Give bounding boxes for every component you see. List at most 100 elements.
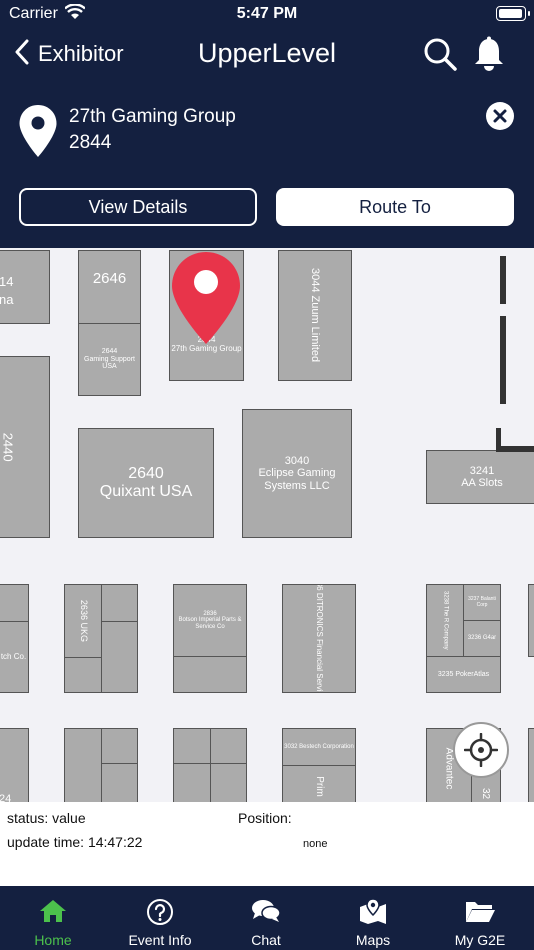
tab-label: Chat xyxy=(251,932,281,948)
booth-number: 2644 xyxy=(101,347,118,355)
booth-partial[interactable] xyxy=(0,584,29,622)
exhibitor-name: 27th Gaming Group xyxy=(69,106,236,127)
booth-3032[interactable]: 3032 Bestech Corporation xyxy=(282,728,356,766)
tab-home[interactable]: Home xyxy=(0,886,106,950)
route-to-button[interactable]: Route To xyxy=(276,188,514,226)
tab-label: My G2E xyxy=(454,932,506,948)
booth-number: 24 xyxy=(0,792,12,802)
booth-name: Quixant USA xyxy=(99,483,193,500)
search-icon[interactable] xyxy=(422,36,458,77)
tab-label: Event Info xyxy=(128,932,192,948)
booth-small[interactable] xyxy=(173,763,211,802)
location-pin-icon xyxy=(18,104,58,163)
booth-name: na xyxy=(0,292,14,307)
bell-icon[interactable] xyxy=(472,36,506,77)
booth-3235[interactable]: 3235 PokerAtlas xyxy=(426,656,501,693)
booth-partial[interactable]: 14 na xyxy=(0,250,50,324)
clock: 5:47 PM xyxy=(236,5,298,22)
booth-name: Gaming Support USA xyxy=(84,355,135,371)
crosshair-icon xyxy=(464,733,498,767)
tab-chat[interactable]: Chat xyxy=(213,886,319,950)
booth-3040[interactable]: 3040 Eclipse Gaming Systems LLC xyxy=(242,409,352,538)
booth-3036[interactable]: 3036 DITRONICS Financial Services xyxy=(282,584,356,693)
booth-number: 2836 xyxy=(203,610,217,617)
booth-2646[interactable]: 2646 xyxy=(78,250,141,324)
booth-small[interactable] xyxy=(101,728,138,764)
wall xyxy=(500,316,506,404)
chat-icon xyxy=(213,898,319,924)
exhibitor-booth-number: 2844 xyxy=(69,132,112,153)
booth-small[interactable] xyxy=(210,728,247,764)
booth-2636[interactable]: 2636 UKG xyxy=(64,584,102,658)
booth-label: 3237 Balanti Corp xyxy=(468,596,496,608)
folder-icon xyxy=(427,898,533,924)
booth-partial[interactable] xyxy=(528,584,534,657)
booth-number: 14 xyxy=(0,274,14,289)
booth-partial[interactable]: 24 xyxy=(0,728,29,802)
booth-small[interactable] xyxy=(210,763,247,802)
question-icon xyxy=(107,898,213,926)
booth-small[interactable] xyxy=(64,657,102,693)
locate-me-button[interactable] xyxy=(453,722,509,778)
booth-small[interactable] xyxy=(173,728,211,764)
booth-2640[interactable]: 2640 Quixant USA xyxy=(78,428,214,538)
booth-3241[interactable]: 3241 AA Slots xyxy=(426,450,534,504)
update-time-text: update time: 14:47:22 xyxy=(7,834,143,850)
tab-bar: Home Event Info Chat Maps My G2E xyxy=(0,886,534,950)
booth-label: 2636 UKG xyxy=(78,599,89,643)
booth-small[interactable] xyxy=(173,656,247,693)
booth-number: 2640 xyxy=(128,465,164,483)
booth-partial[interactable] xyxy=(528,728,534,802)
exhibitor-info: 27th Gaming Group 2844 xyxy=(0,100,534,164)
booth-small[interactable] xyxy=(101,763,138,802)
battery-icon xyxy=(496,6,530,21)
booth-name: tch Co. xyxy=(0,651,27,661)
back-button[interactable]: Exhibitor xyxy=(14,38,124,70)
tab-event-info[interactable]: Event Info xyxy=(107,886,213,950)
status-bar: Carrier 5:47 PM xyxy=(0,0,534,28)
home-icon xyxy=(0,898,106,924)
booth-name: AA Slots xyxy=(461,477,503,489)
booth-label: 3036 DITRONICS Financial Services xyxy=(315,584,325,693)
booth-number: 2440 xyxy=(0,432,16,462)
header: Carrier 5:47 PM Exhibitor UpperLevel 27t… xyxy=(0,0,534,248)
booth-name: Prim xyxy=(313,776,325,797)
booth-2836[interactable]: 2836 Botson Imperial Parts & Service Co xyxy=(173,584,247,657)
tab-maps[interactable]: Maps xyxy=(320,886,426,950)
booth-partial[interactable]: tch Co. xyxy=(0,621,29,693)
tab-label: Home xyxy=(34,932,72,948)
back-label: Exhibitor xyxy=(38,41,124,66)
booth-number: 32 xyxy=(480,787,492,800)
tab-my-g2e[interactable]: My G2E xyxy=(427,886,533,950)
view-details-button[interactable]: View Details xyxy=(19,188,257,226)
map-icon xyxy=(320,898,426,926)
booth-number: 2646 xyxy=(92,270,127,287)
status-text: status: value xyxy=(7,810,86,826)
booth-small[interactable] xyxy=(64,728,102,802)
booth-3236[interactable]: 3236 G4ar xyxy=(463,620,501,657)
wall xyxy=(496,446,534,452)
booth-label: 3235 PokerAtlas xyxy=(437,670,490,678)
floor-map[interactable]: 14 na 2646 2644 Gaming Support USA 2844 … xyxy=(0,248,534,802)
booth-3044[interactable]: 3044 Zuum Limited xyxy=(278,250,352,381)
booth-2440[interactable]: 2440 xyxy=(0,356,50,538)
booth-label: 3236 G4ar xyxy=(467,635,497,642)
booth-2644[interactable]: 2644 Gaming Support USA xyxy=(78,323,141,396)
booth-partial[interactable]: Prim xyxy=(282,765,356,802)
booth-number: 3040 xyxy=(284,455,310,468)
booth-3237[interactable]: 3237 Balanti Corp xyxy=(463,584,501,621)
map-pin-icon xyxy=(170,250,242,351)
position-value: none xyxy=(303,838,328,850)
tab-label: Maps xyxy=(355,932,391,948)
booth-name: Botson Imperial Parts & Service Co xyxy=(178,617,242,630)
booth-label: 3044 Zuum Limited xyxy=(309,268,322,363)
booth-3238[interactable]: 3238 The R Company xyxy=(426,584,464,657)
close-button[interactable] xyxy=(486,102,514,130)
booth-small[interactable] xyxy=(101,621,138,693)
wall xyxy=(500,256,506,304)
debug-panel: status: value update time: 14:47:22 Posi… xyxy=(0,802,534,886)
booth-number: 3241 xyxy=(469,464,495,477)
booth-label: 3032 Bestech Corporation xyxy=(284,743,354,750)
booth-label: 3238 The R Company xyxy=(442,591,449,650)
booth-small[interactable] xyxy=(101,584,138,622)
